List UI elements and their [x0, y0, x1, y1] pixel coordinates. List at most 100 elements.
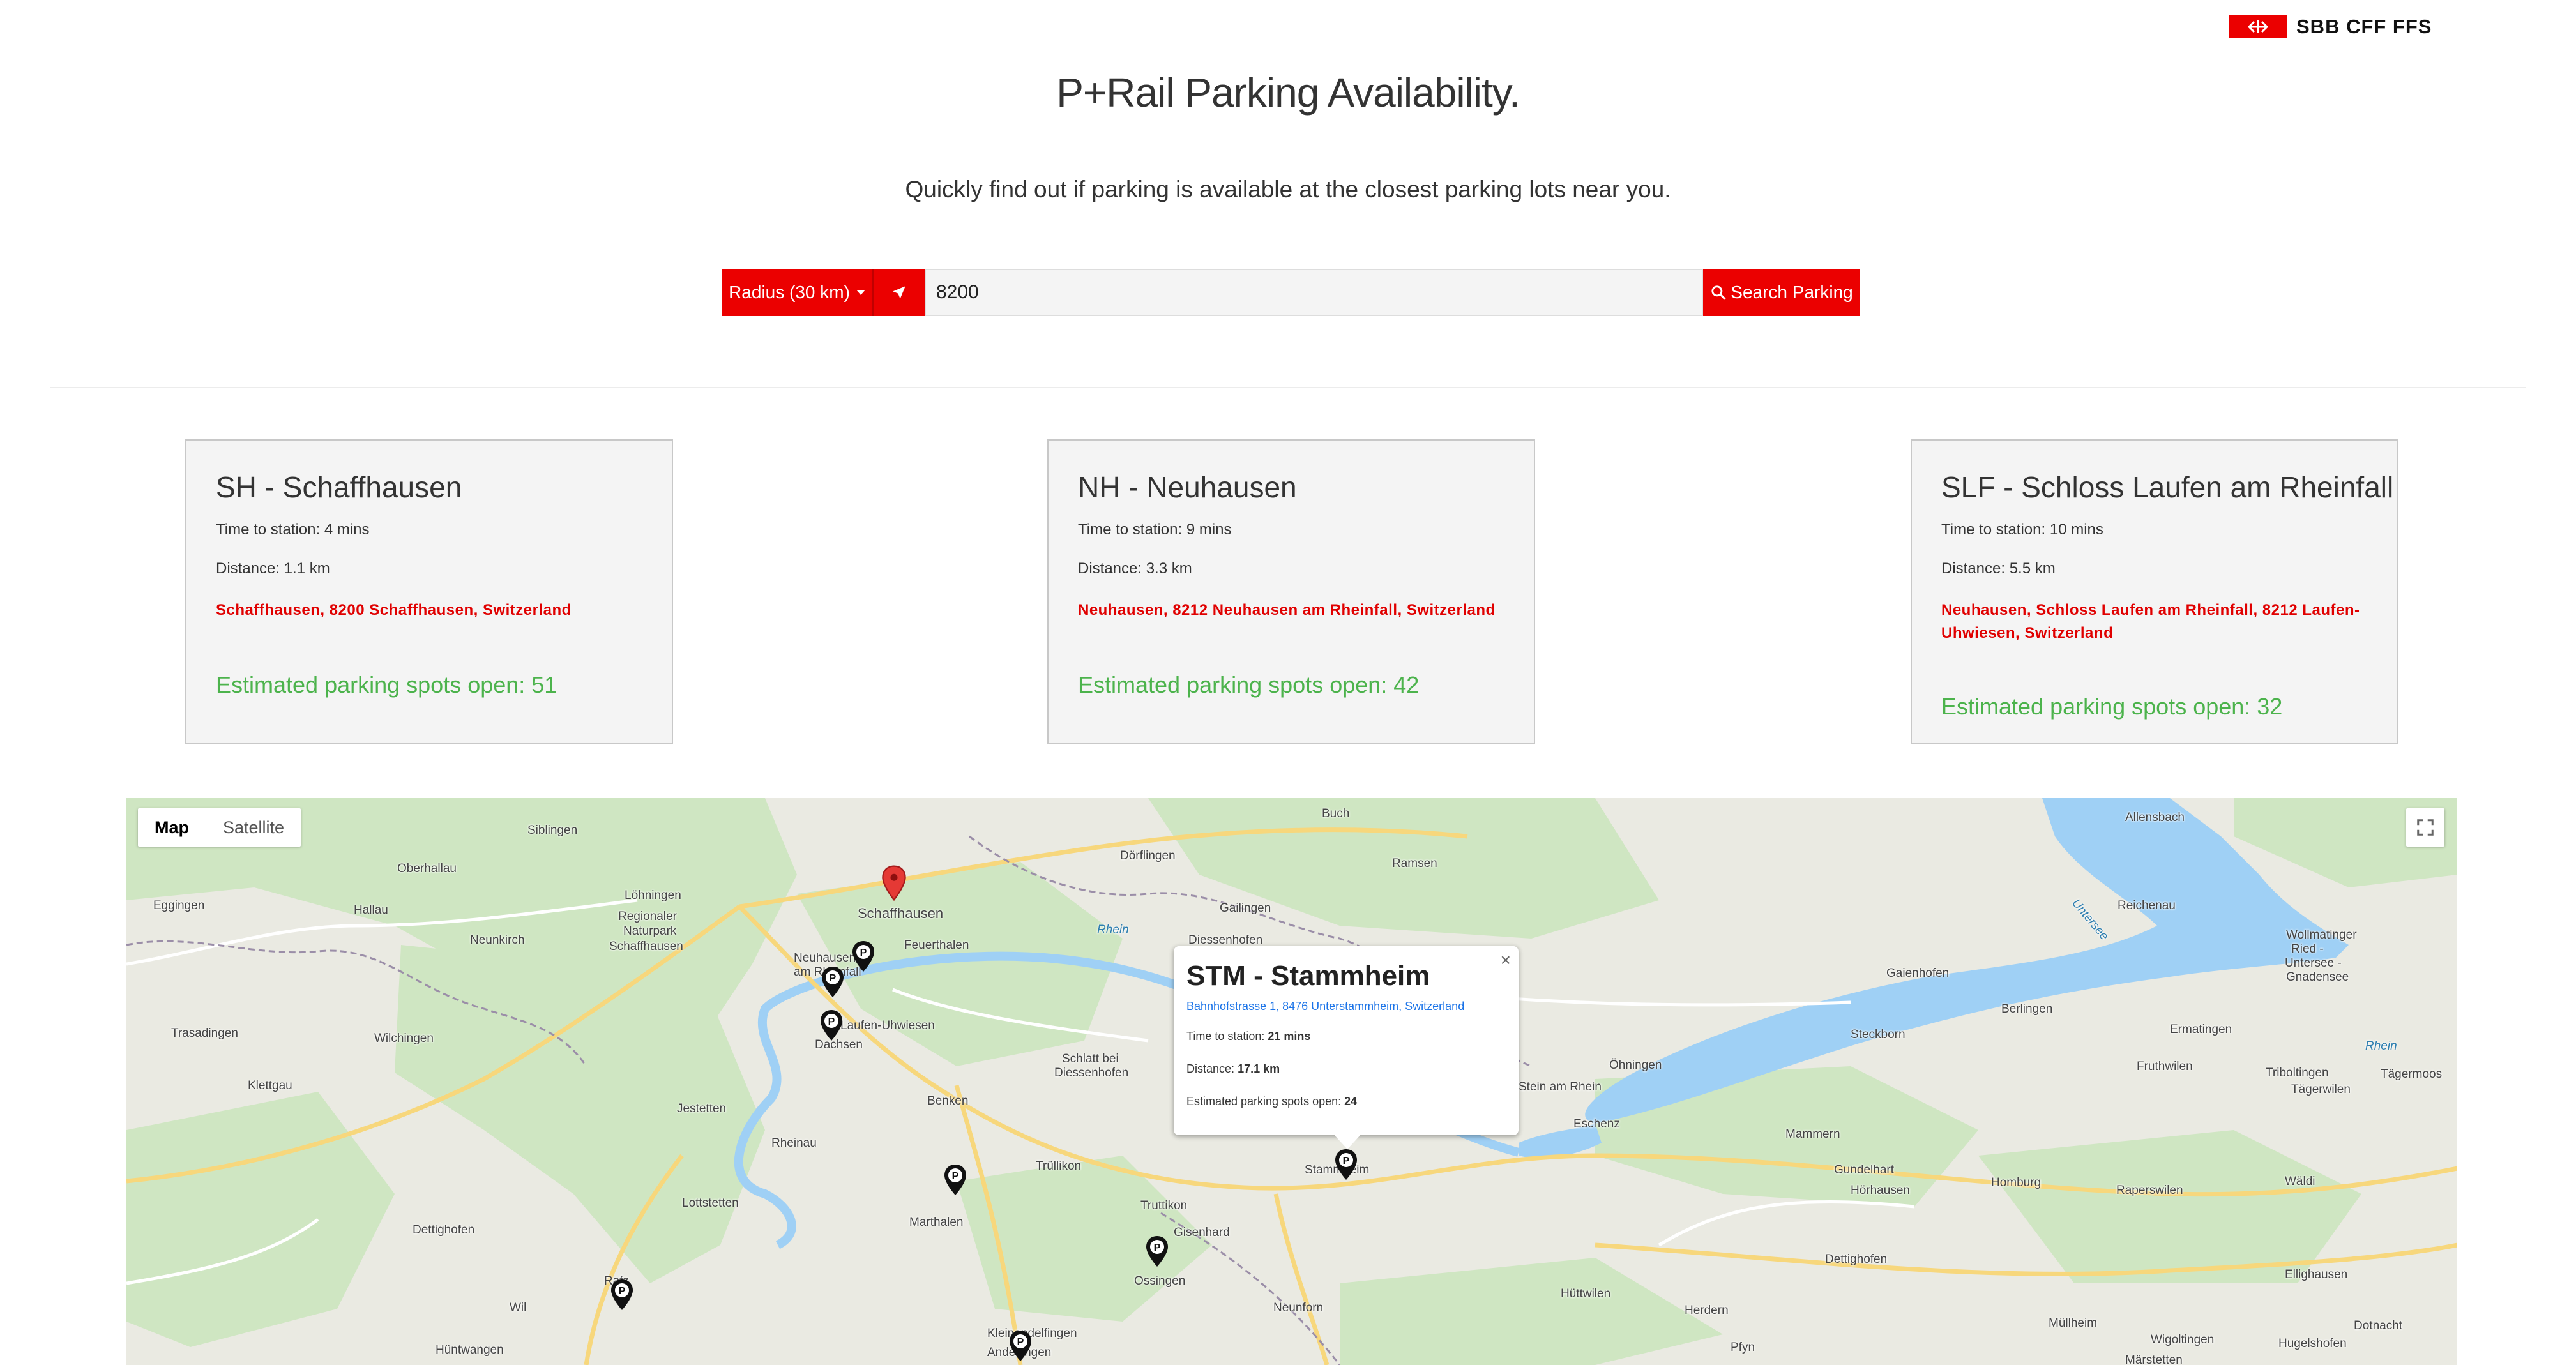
map-label: Gundelhart [1834, 1163, 1895, 1177]
map-label: Eschenz [1573, 1117, 1620, 1131]
map-label: Neuhausen [794, 951, 856, 965]
map-label: Hallau [354, 903, 388, 917]
map-label: Rhein [1097, 923, 1129, 937]
locate-me-button[interactable] [874, 269, 925, 316]
map-type-map-button[interactable]: Map [138, 808, 206, 847]
page-title: P+Rail Parking Availability. [1056, 70, 1520, 116]
map-label: Mammern [1785, 1127, 1840, 1141]
map-label: Hüttwilen [1561, 1287, 1611, 1301]
map-label: Trasadingen [171, 1027, 238, 1040]
info-window-address[interactable]: Bahnhofstrasse 1, 8476 Unterstammheim, S… [1186, 1000, 1506, 1013]
map-label: Gnadensee [2286, 970, 2349, 984]
info-window-time: Time to station: 21 mins [1186, 1030, 1506, 1043]
card-address: Neuhausen, Schloss Laufen am Rheinfall, … [1941, 601, 2360, 642]
svg-text:P: P [828, 1016, 835, 1027]
current-location-marker[interactable] [880, 864, 908, 901]
close-icon[interactable]: × [1501, 950, 1511, 970]
sbb-logo-text: SBB CFF FFS [2296, 15, 2432, 38]
map-label: Schlatt bei [1062, 1052, 1119, 1066]
parking-marker[interactable]: P [1333, 1148, 1359, 1181]
map-type-satellite-button[interactable]: Satellite [206, 808, 301, 847]
result-card[interactable]: SH - Schaffhausen Time to station: 4 min… [185, 439, 673, 744]
map-label: Ossingen [1134, 1274, 1186, 1288]
card-time: Time to station: 10 mins [1941, 521, 2103, 538]
info-window-spots-value: 24 [1344, 1095, 1358, 1108]
map-label: Raperswilen [2116, 1184, 2183, 1197]
map-label: Steckborn [1851, 1028, 1905, 1041]
parking-marker[interactable]: P [819, 1009, 844, 1042]
info-window-title: STM - Stammheim [1186, 960, 1430, 992]
result-card[interactable]: NH - Neuhausen Time to station: 9 mins D… [1047, 439, 1535, 744]
map-label: Triboltingen [2266, 1066, 2329, 1080]
radius-dropdown-label: Radius (30 km) [729, 282, 850, 302]
search-bar: Radius (30 km) Search Parking [722, 269, 1860, 316]
map-label: Pfyn [1731, 1341, 1755, 1354]
map[interactable]: Siblingen Buch Allensbach Oberhallau Löh… [126, 798, 2457, 1365]
map-label: Wilchingen [374, 1032, 434, 1045]
parking-marker[interactable]: P [851, 940, 876, 973]
search-parking-button[interactable]: Search Parking [1703, 269, 1860, 316]
map-label: Dotnacht [2354, 1319, 2403, 1332]
search-input[interactable] [925, 269, 1703, 316]
card-title: NH - Neuhausen [1078, 471, 1297, 504]
info-window-spots: Estimated parking spots open: 24 [1186, 1095, 1506, 1108]
svg-text:P: P [830, 973, 837, 984]
svg-text:P: P [619, 1286, 626, 1297]
result-card[interactable]: SLF - Schloss Laufen am Rheinfall Time t… [1911, 439, 2398, 744]
map-label: Ellighausen [2285, 1268, 2348, 1281]
card-time: Time to station: 4 mins [216, 521, 370, 538]
map-label: Neunkirch [470, 933, 525, 947]
map-type-control: Map Satellite [138, 808, 301, 847]
card-distance: Distance: 5.5 km [1941, 560, 2056, 577]
map-label: Schaffhausen [609, 940, 683, 953]
map-label: Diessenhofen [1054, 1066, 1129, 1080]
info-window-time-value: 21 mins [1268, 1030, 1311, 1043]
info-window-distance-label: Distance: [1186, 1062, 1235, 1075]
card-time: Time to station: 9 mins [1078, 521, 1232, 538]
map-label: Rheinau [771, 1136, 817, 1150]
map-label: Dettighofen [1825, 1253, 1888, 1266]
map-label: Truttikon [1140, 1199, 1188, 1212]
parking-marker[interactable]: P [609, 1278, 635, 1311]
map-label: Dettighofen [413, 1223, 475, 1237]
map-label: Untersee - [2285, 956, 2342, 970]
svg-text:P: P [1017, 1337, 1024, 1348]
info-window-distance-value: 17.1 km [1238, 1062, 1280, 1075]
map-label: Marthalen [909, 1216, 964, 1229]
card-distance: Distance: 3.3 km [1078, 560, 1192, 577]
map-label: Ramsen [1392, 857, 1437, 870]
map-label: Tägerwilen [2291, 1083, 2351, 1096]
map-label: Herdern [1685, 1304, 1729, 1317]
map-label: Trüllikon [1036, 1159, 1082, 1173]
map-label: Diessenhofen [1188, 933, 1263, 947]
map-label: Tägermoos [2381, 1067, 2443, 1081]
location-arrow-icon [893, 286, 905, 299]
info-window-spots-label: Estimated parking spots open: [1186, 1095, 1342, 1108]
map-label: Lottstetten [682, 1196, 739, 1210]
map-label: Oberhallau [397, 862, 457, 875]
map-label: Neunforn [1273, 1301, 1324, 1315]
map-label: Gisenhard [1174, 1226, 1230, 1239]
caret-down-icon [856, 290, 865, 295]
map-label: Hugelshofen [2278, 1337, 2347, 1350]
map-label: Ermatingen [2170, 1023, 2232, 1036]
map-label: Eggingen [153, 899, 205, 912]
map-info-window: × STM - Stammheim Bahnhofstrasse 1, 8476… [1174, 946, 1519, 1149]
svg-text:P: P [860, 947, 867, 958]
map-label: Rhein [2365, 1039, 2397, 1053]
map-label: Märstetten [2125, 1354, 2183, 1365]
parking-marker[interactable]: P [943, 1163, 968, 1196]
parking-marker[interactable]: P [1008, 1329, 1033, 1362]
map-label: Gaienhofen [1886, 967, 1950, 980]
map-label: Benken [927, 1094, 969, 1108]
parking-marker[interactable]: P [820, 965, 845, 999]
parking-marker[interactable]: P [1144, 1235, 1170, 1268]
page-subtitle: Quickly find out if parking is available… [905, 176, 1671, 202]
fullscreen-button[interactable] [2406, 808, 2444, 847]
map-label: Müllheim [2049, 1316, 2098, 1330]
card-spots: Estimated parking spots open: 32 [1941, 693, 2283, 720]
map-label: Dörflingen [1120, 849, 1176, 863]
radius-dropdown[interactable]: Radius (30 km) [722, 269, 874, 316]
map-label: Regionaler [618, 910, 677, 923]
map-label: Siblingen [527, 824, 578, 837]
